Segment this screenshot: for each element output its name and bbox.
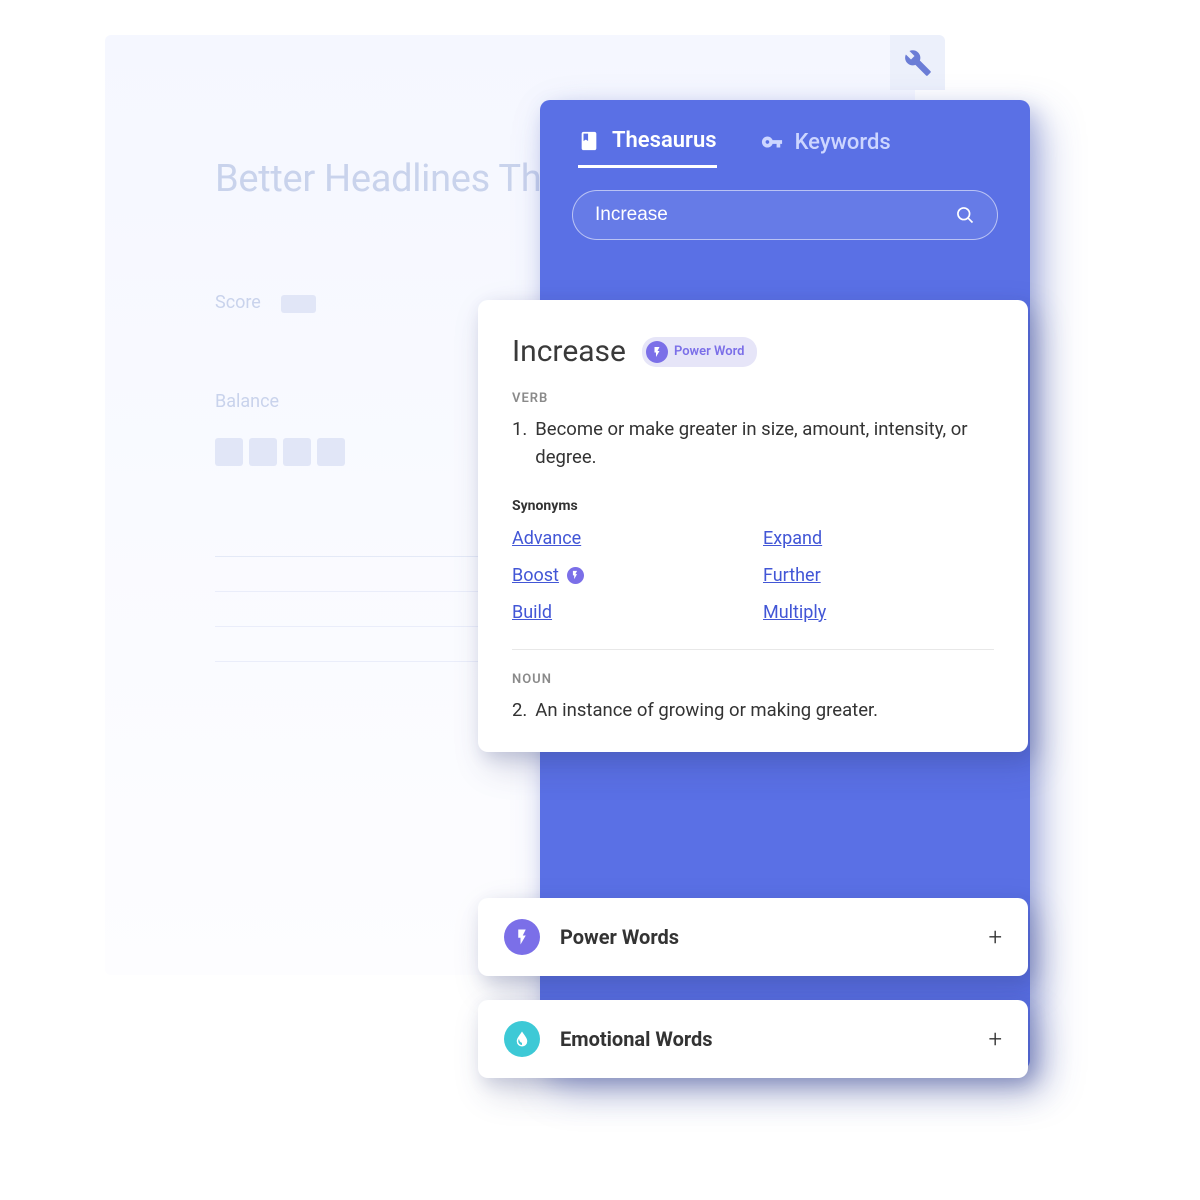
bolt-icon — [646, 341, 668, 363]
power-words-row[interactable]: Power Words + — [478, 898, 1028, 976]
definition-1: 1. Become or make greater in size, amoun… — [512, 416, 994, 472]
power-word-badge: Power Word — [642, 337, 757, 367]
tab-keywords[interactable]: Keywords — [761, 128, 891, 168]
bolt-icon — [567, 567, 584, 584]
part-of-speech-verb: VERB — [512, 391, 994, 406]
synonym-link[interactable]: Advance — [512, 528, 743, 549]
synonym-link[interactable]: Build — [512, 602, 743, 623]
book-icon — [578, 130, 600, 152]
thesaurus-result-card: Increase Power Word VERB 1. Become or ma… — [478, 300, 1028, 752]
tools-icon — [904, 49, 932, 77]
definition-2: 2. An instance of growing or making grea… — [512, 697, 994, 725]
bolt-icon — [504, 919, 540, 955]
plus-icon: + — [988, 1025, 1002, 1053]
key-icon — [761, 131, 783, 153]
search-input[interactable] — [595, 204, 955, 226]
search-icon — [955, 205, 975, 225]
tools-button[interactable] — [890, 35, 945, 90]
synonym-link[interactable]: Expand — [763, 528, 994, 549]
plus-icon: + — [988, 923, 1002, 951]
part-of-speech-noun: NOUN — [512, 672, 994, 687]
divider — [512, 649, 994, 650]
synonym-link[interactable]: Multiply — [763, 602, 994, 623]
tab-thesaurus[interactable]: Thesaurus — [578, 128, 717, 168]
drop-icon — [504, 1021, 540, 1057]
synonym-link[interactable]: Boost — [512, 565, 743, 586]
synonym-link[interactable]: Further — [763, 565, 994, 586]
emotional-words-row[interactable]: Emotional Words + — [478, 1000, 1028, 1078]
synonyms-heading: Synonyms — [512, 498, 994, 514]
search-field[interactable] — [572, 190, 998, 240]
result-word: Increase — [512, 334, 626, 369]
